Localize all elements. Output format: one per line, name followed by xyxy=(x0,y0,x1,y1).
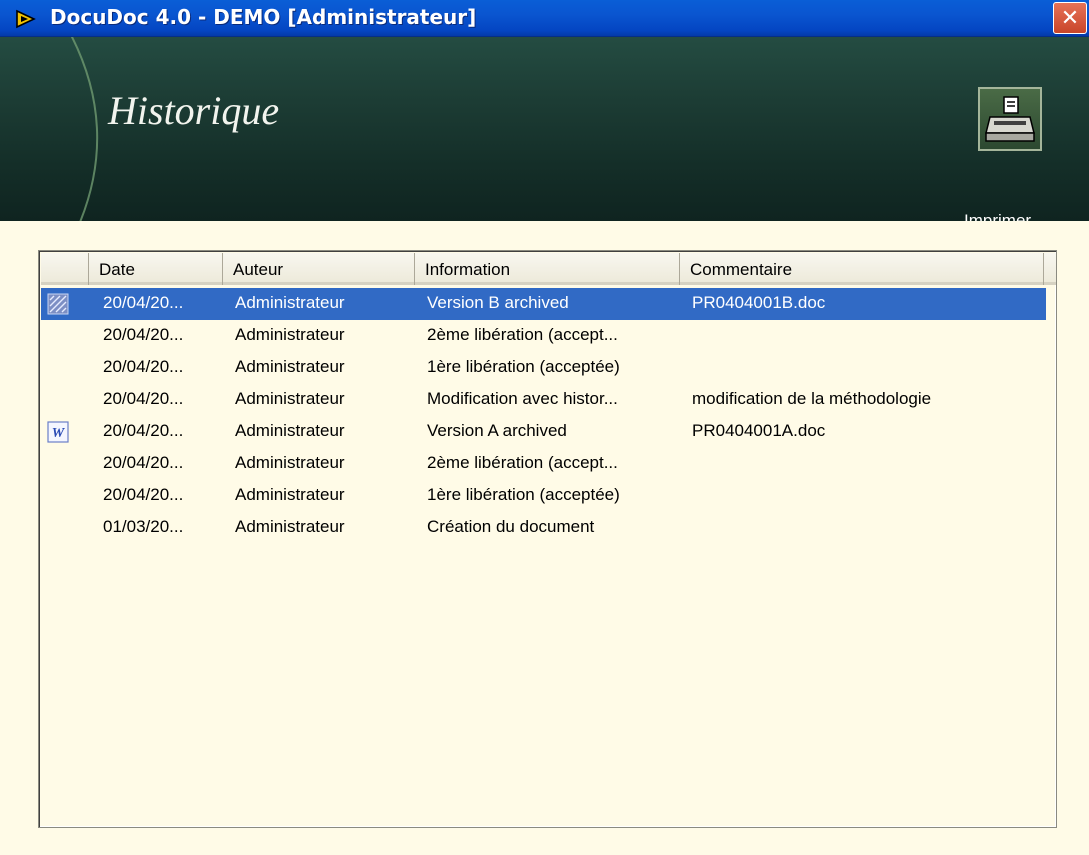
auteur-cell: Administrateur xyxy=(235,293,345,312)
date-cell: 20/04/20... xyxy=(103,325,184,344)
printer-icon xyxy=(978,87,1042,151)
date-cell: 20/04/20... xyxy=(103,453,184,472)
history-list[interactable]: Date Auteur Information Commentaire 20/0… xyxy=(38,250,1057,828)
commentaire-cell: PR0404001A.doc xyxy=(692,421,826,440)
svg-text:W: W xyxy=(52,426,66,441)
information-cell: 1ère libération (acceptée) xyxy=(427,485,620,504)
information-cell: 2ème libération (accept... xyxy=(427,325,618,344)
information-cell: Version A archived xyxy=(427,421,567,440)
date-cell: 20/04/20... xyxy=(103,485,184,504)
archive-icon xyxy=(47,293,69,315)
table-row[interactable]: 20/04/20... Administrateur 1ère libérati… xyxy=(41,352,1046,384)
print-button[interactable]: Imprimer xyxy=(964,87,1072,221)
header-banner: Historique Imprimer xyxy=(0,37,1089,221)
column-header-icon[interactable] xyxy=(41,253,89,285)
page-title: Historique xyxy=(108,88,280,133)
close-icon: ✕ xyxy=(1060,5,1080,31)
date-cell: 20/04/20... xyxy=(103,357,184,376)
table-row[interactable]: 20/04/20... Administrateur 1ère libérati… xyxy=(41,480,1046,512)
table-row[interactable]: 20/04/20... Administrateur Modification … xyxy=(41,384,1046,416)
date-cell: 20/04/20... xyxy=(103,389,184,408)
column-header-auteur[interactable]: Auteur xyxy=(223,253,415,285)
print-button-label: Imprimer xyxy=(964,211,1032,221)
commentaire-cell: modification de la méthodologie xyxy=(692,389,932,408)
word-document-icon: W xyxy=(47,421,69,443)
column-header-filler xyxy=(1044,253,1056,285)
window-title: DocuDoc 4.0 - DEMO [Administrateur] xyxy=(50,5,477,29)
table-row[interactable]: 20/04/20... Administrateur 2ème libérati… xyxy=(41,448,1046,480)
information-cell: Création du document xyxy=(427,517,595,536)
information-cell: Version B archived xyxy=(427,293,569,312)
commentaire-cell: PR0404001B.doc xyxy=(692,293,826,312)
close-button[interactable]: ✕ xyxy=(1053,2,1087,34)
table-row[interactable]: W 20/04/20... Administrateur Version A a… xyxy=(41,416,1046,448)
table-row[interactable]: 01/03/20... Administrateur Création du d… xyxy=(41,512,1046,544)
column-header-information[interactable]: Information xyxy=(415,253,680,285)
date-cell: 20/04/20... xyxy=(103,421,184,440)
auteur-cell: Administrateur xyxy=(235,453,345,472)
information-cell: Modification avec histor... xyxy=(427,389,618,408)
information-cell: 2ème libération (accept... xyxy=(427,453,618,472)
auteur-cell: Administrateur xyxy=(235,389,345,408)
auteur-cell: Administrateur xyxy=(235,357,345,376)
information-cell: 1ère libération (acceptée) xyxy=(427,357,620,376)
date-cell: 20/04/20... xyxy=(103,293,184,312)
column-header-commentaire[interactable]: Commentaire xyxy=(680,253,1044,285)
auteur-cell: Administrateur xyxy=(235,517,345,536)
date-cell: 01/03/20... xyxy=(103,517,184,536)
auteur-cell: Administrateur xyxy=(235,485,345,504)
column-header-date[interactable]: Date xyxy=(89,253,223,285)
title-bar[interactable]: DocuDoc 4.0 - DEMO [Administrateur] ✕ xyxy=(0,0,1089,37)
table-row[interactable]: 20/04/20... Administrateur 2ème libérati… xyxy=(41,320,1046,352)
auteur-cell: Administrateur xyxy=(235,421,345,440)
auteur-cell: Administrateur xyxy=(235,325,345,344)
list-header: Date Auteur Information Commentaire xyxy=(41,253,1056,285)
docudoc-logo-icon xyxy=(16,9,36,29)
table-row[interactable]: 20/04/20... Administrateur Version B arc… xyxy=(41,288,1046,320)
